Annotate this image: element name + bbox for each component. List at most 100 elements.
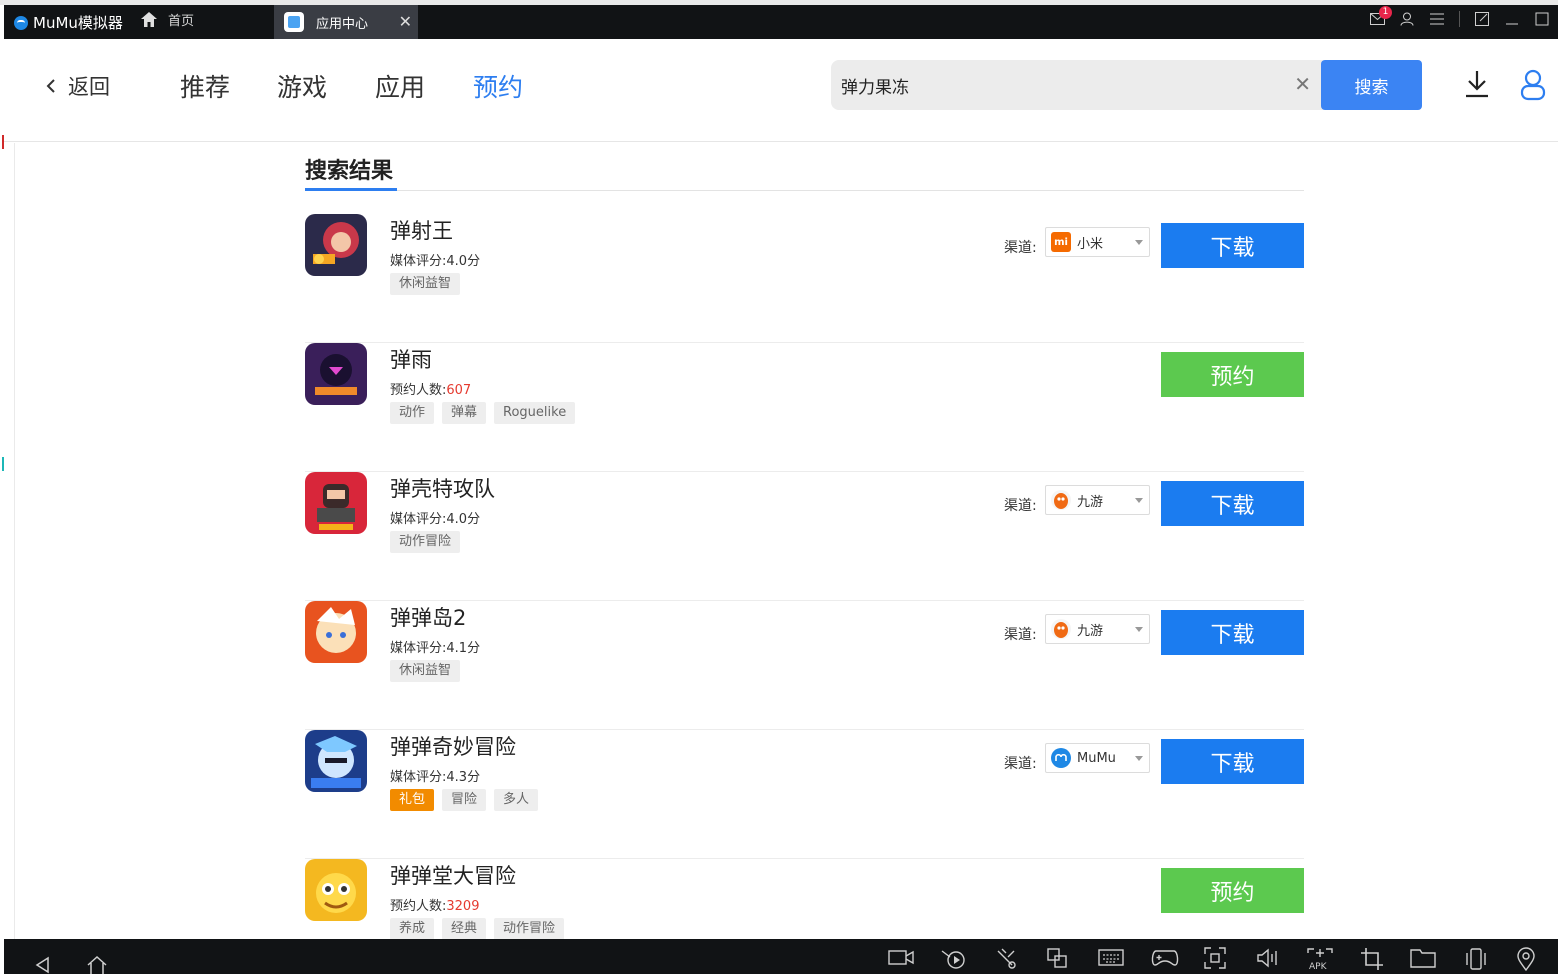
user-icon[interactable] — [1399, 11, 1415, 27]
home-nav-icon[interactable] — [86, 955, 108, 974]
download-manager-icon[interactable] — [1464, 69, 1490, 99]
app-rating: 媒体评分:4.1分 — [390, 641, 481, 656]
gamepad-icon[interactable] — [1150, 947, 1180, 969]
clear-search-icon[interactable]: ✕ — [1294, 72, 1311, 96]
app-icon-dandandao2[interactable] — [305, 601, 367, 663]
gesture-icon[interactable] — [994, 947, 1018, 969]
result-item[interactable]: 弹雨 预约人数:607 动作 弹幕 Roguelike 预约 — [305, 343, 1304, 472]
nav-tab-apps[interactable]: 应用 — [375, 68, 425, 104]
download-button[interactable]: 下载 — [1161, 610, 1304, 655]
tag: 休闲益智 — [390, 660, 461, 682]
app-title[interactable]: 弹弹奇妙冒险 — [390, 731, 516, 761]
app-tags: 动作冒险 — [390, 531, 461, 553]
nav-tab-reserve[interactable]: 预约 — [473, 68, 523, 104]
app-rating: 媒体评分:4.0分 — [390, 254, 481, 269]
download-button[interactable]: 下载 — [1161, 481, 1304, 526]
result-item[interactable]: 弹弹岛2 媒体评分:4.1分 休闲益智 渠道: 九游 下载 — [305, 601, 1304, 730]
channel-name: 九游 — [1077, 623, 1104, 639]
tag: 多人 — [494, 789, 539, 811]
mumu-icon — [1051, 748, 1071, 768]
app-title[interactable]: 弹弹岛2 — [390, 602, 466, 632]
app-title[interactable]: 弹壳特攻队 — [390, 473, 495, 503]
channel-select[interactable]: MuMu — [1045, 743, 1150, 773]
tab-app-center-label: 应用中心 — [316, 16, 369, 32]
back-nav-icon[interactable] — [34, 956, 50, 974]
app-icon-dandantangdamaoxian[interactable] — [305, 859, 367, 921]
result-item[interactable]: 弹弹奇妙冒险 媒体评分:4.3分 礼包 冒险 多人 渠道: MuMu 下载 — [305, 730, 1304, 859]
app-title[interactable]: 弹射王 — [390, 215, 453, 245]
search-results-panel: 搜索结果 弹射王 媒体评分:4.0分 休闲益智 渠道: mi 小米 下载 弹雨 … — [14, 143, 1558, 939]
tab-home-label: 首页 — [168, 14, 195, 29]
minimize-icon[interactable] — [1504, 11, 1520, 27]
screen-cast-icon[interactable] — [940, 947, 966, 969]
channel-select[interactable]: 九游 — [1045, 485, 1150, 515]
back-label: 返回 — [68, 75, 110, 99]
app-icon-danketegongdui[interactable] — [305, 472, 367, 534]
gift-tag: 礼包 — [390, 789, 435, 811]
section-title-underline — [305, 188, 397, 191]
channel-label: 渠道: — [1004, 756, 1037, 772]
menu-icon[interactable] — [1429, 11, 1445, 27]
mail-icon[interactable]: 1 — [1369, 6, 1392, 27]
close-tab-icon[interactable]: ✕ — [399, 12, 412, 31]
app-tags: 养成 经典 动作冒险 — [390, 918, 565, 939]
app-center-header: 返回 推荐 游戏 应用 预约 ✕ 搜索 — [4, 39, 1558, 142]
chevron-down-icon — [1135, 756, 1143, 761]
video-record-icon[interactable] — [888, 947, 914, 967]
chevron-down-icon — [1135, 627, 1143, 632]
app-tags: 礼包 冒险 多人 — [390, 789, 539, 811]
channel-label: 渠道: — [1004, 498, 1037, 514]
tag: 弹幕 — [442, 402, 487, 424]
result-item[interactable]: 弹射王 媒体评分:4.0分 休闲益智 渠道: mi 小米 下载 — [305, 214, 1304, 343]
search-button[interactable]: 搜索 — [1321, 60, 1422, 110]
title-bar: MuMu模拟器 首页 应用中心 ✕ 1 — [4, 5, 1558, 39]
nav-tab-games[interactable]: 游戏 — [277, 68, 327, 104]
download-button[interactable]: 下载 — [1161, 223, 1304, 268]
tag: 养成 — [390, 918, 435, 939]
app-icon-tanshewang[interactable] — [305, 214, 367, 276]
reservation-count: 预约人数:3209 — [390, 899, 480, 914]
channel-select[interactable]: mi 小米 — [1045, 227, 1150, 257]
mail-badge: 1 — [1379, 6, 1392, 19]
maximize-icon[interactable] — [1534, 11, 1550, 27]
channel-name: MuMu — [1077, 750, 1116, 766]
section-title: 搜索结果 — [305, 159, 394, 184]
jiuyou-icon — [1051, 490, 1071, 510]
app-title[interactable]: 弹雨 — [390, 344, 432, 374]
channel-select[interactable]: 九游 — [1045, 614, 1150, 644]
app-tags: 动作 弹幕 Roguelike — [390, 402, 576, 424]
multi-window-icon[interactable] — [1046, 947, 1068, 969]
app-icon-danyu[interactable] — [305, 343, 367, 405]
app-name-label: MuMu模拟器 — [33, 14, 123, 32]
edge-marker-red — [2, 135, 4, 149]
reservation-count: 预约人数:607 — [390, 383, 472, 398]
search-input[interactable] — [841, 72, 1261, 98]
account-icon[interactable] — [1520, 69, 1546, 101]
mumu-logo-icon — [14, 15, 28, 30]
download-button[interactable]: 下载 — [1161, 739, 1304, 784]
tab-home[interactable]: 首页 — [140, 10, 194, 29]
shake-icon[interactable] — [1464, 947, 1488, 971]
app-icon-dandanqimiaomaoxian[interactable] — [305, 730, 367, 792]
reserve-button[interactable]: 预约 — [1161, 868, 1304, 913]
tab-app-center[interactable]: 应用中心 ✕ — [274, 5, 418, 39]
home-icon — [141, 12, 157, 27]
shared-folder-icon[interactable] — [1410, 947, 1436, 969]
apk-install-icon[interactable]: APK — [1306, 947, 1334, 971]
nav-tab-recommend[interactable]: 推荐 — [180, 68, 230, 104]
chevron-down-icon — [1135, 240, 1143, 245]
result-item[interactable]: 弹弹堂大冒险 预约人数:3209 养成 经典 动作冒险 预约 — [305, 859, 1304, 939]
crop-screenshot-icon[interactable] — [1360, 947, 1384, 971]
reserve-button[interactable]: 预约 — [1161, 352, 1304, 397]
back-button[interactable]: 返回 — [46, 71, 110, 101]
app-title: MuMu模拟器 — [14, 12, 123, 33]
result-item[interactable]: 弹壳特攻队 媒体评分:4.0分 动作冒险 渠道: 九游 下载 — [305, 472, 1304, 601]
app-rating: 媒体评分:4.0分 — [390, 512, 481, 527]
fullscreen-icon[interactable] — [1204, 947, 1226, 969]
app-title[interactable]: 弹弹堂大冒险 — [390, 860, 516, 890]
volume-icon[interactable] — [1256, 947, 1280, 969]
keyboard-icon[interactable] — [1098, 947, 1124, 967]
restore-window-icon[interactable] — [1474, 11, 1490, 27]
location-icon[interactable] — [1516, 947, 1536, 971]
emulator-toolbar: APK — [4, 939, 1558, 974]
